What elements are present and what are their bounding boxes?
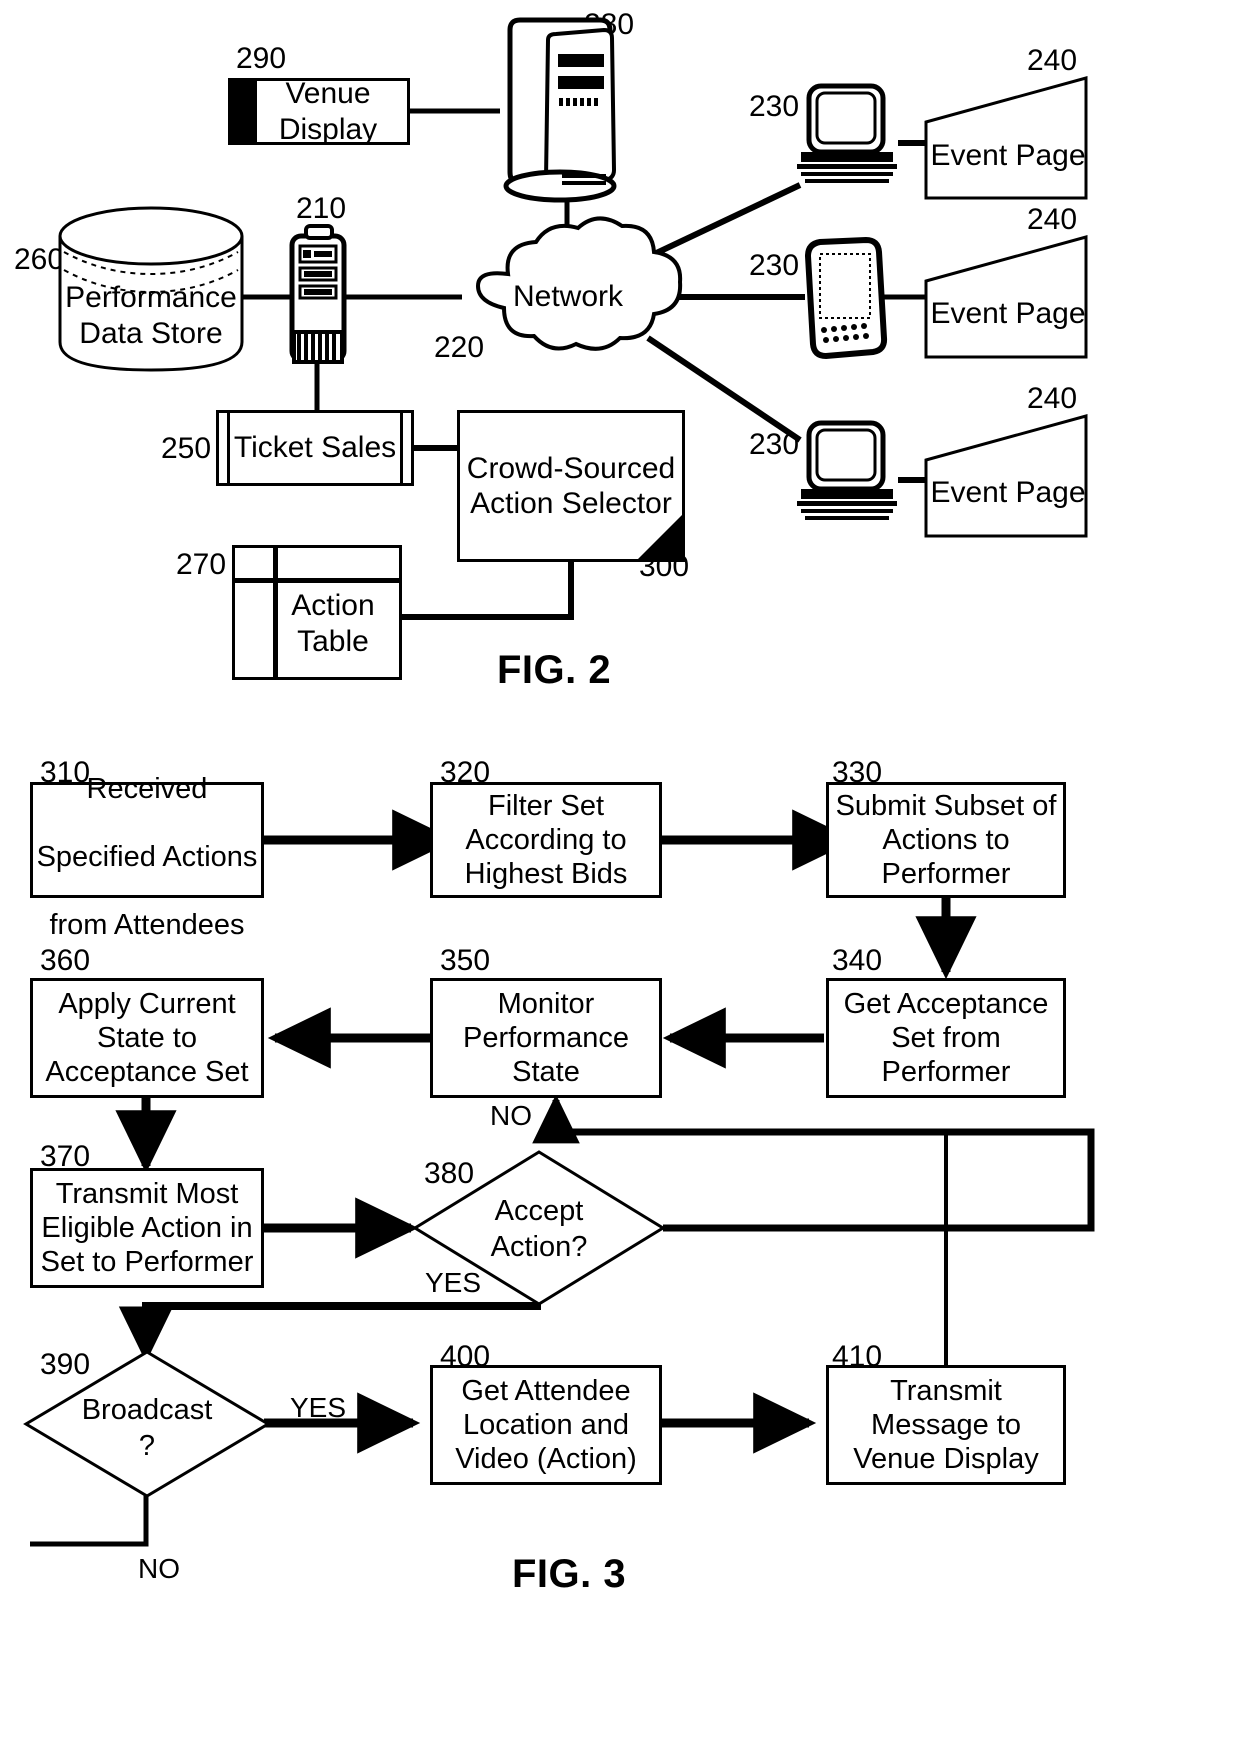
ticket-sales-label: Ticket Sales bbox=[233, 431, 397, 465]
figure-3: 310 320 330 340 350 360 370 380 390 400 … bbox=[0, 720, 1240, 1752]
event-page-trapezoid-2 bbox=[924, 235, 1088, 359]
action-selector-label: Crowd-Sourced Action Selector bbox=[466, 451, 676, 520]
action-table-label: Action Table bbox=[291, 588, 375, 658]
flow-box-320: Filter Set According to Highest Bids bbox=[430, 782, 662, 898]
flow-box-320-text: Filter Set According to Highest Bids bbox=[464, 789, 628, 891]
flow-box-330-text: Submit Subset of Actions to Performer bbox=[835, 789, 1057, 891]
figure-2-caption: FIG. 2 bbox=[497, 648, 612, 692]
decision-380-text: Accept Action? bbox=[490, 1195, 588, 1264]
flow-box-400: Get Attendee Location and Video (Action) bbox=[430, 1365, 662, 1485]
corner-triangle-icon bbox=[638, 515, 682, 559]
ticket-sales-left-rule bbox=[227, 413, 230, 483]
ref-350: 350 bbox=[440, 944, 491, 977]
flow-box-410-text: Transmit Message to Venue Display bbox=[853, 1374, 1039, 1476]
event-page-trapezoid-3 bbox=[924, 414, 1088, 538]
edge-label-broadcast-no: NO bbox=[138, 1553, 180, 1584]
ticket-sales-right-rule bbox=[400, 413, 403, 483]
figure-3-caption: FIG. 3 bbox=[512, 1552, 627, 1596]
network-label: Network bbox=[512, 280, 624, 313]
flow-box-330: Submit Subset of Actions to Performer bbox=[826, 782, 1066, 898]
venue-display-label: Venue Display bbox=[278, 77, 378, 146]
event-page-trapezoid-1 bbox=[924, 76, 1088, 200]
ref-340: 340 bbox=[832, 944, 883, 977]
tower-server-icon bbox=[503, 17, 617, 203]
flow-box-350-text: Monitor Performance State bbox=[462, 987, 629, 1089]
edge-label-broadcast-yes: YES bbox=[290, 1392, 347, 1423]
edge-label-accept-no: NO bbox=[490, 1100, 532, 1131]
flow-box-370: Transmit Most Eligible Action in Set to … bbox=[30, 1168, 264, 1288]
flow-box-340-text: Get Acceptance Set from Performer bbox=[843, 987, 1049, 1089]
edge-label-accept-yes: YES bbox=[425, 1267, 482, 1298]
desktop-computer-icon-1 bbox=[797, 83, 897, 183]
flow-box-350: Monitor Performance State bbox=[430, 978, 662, 1098]
data-store-label: Performance Data Store bbox=[65, 281, 237, 350]
event-page-label-3: Event Page bbox=[930, 476, 1086, 509]
flow-box-310-text: Received Specified Actions from Attendee… bbox=[36, 772, 258, 942]
flow-box-340: Get Acceptance Set from Performer bbox=[826, 978, 1066, 1098]
venue-display-box: Venue Display bbox=[228, 77, 410, 146]
decision-390-text: Broadcast ? bbox=[81, 1394, 213, 1463]
action-selector-box: Crowd-Sourced Action Selector bbox=[457, 410, 685, 562]
pda-device-icon bbox=[804, 236, 888, 360]
flow-box-400-text: Get Attendee Location and Video (Action) bbox=[455, 1374, 637, 1476]
flow-box-360: Apply Current State to Acceptance Set bbox=[30, 978, 264, 1098]
ticket-sales-box: Ticket Sales bbox=[216, 410, 414, 486]
event-page-label-2: Event Page bbox=[930, 297, 1086, 330]
flow-box-410: Transmit Message to Venue Display bbox=[826, 1365, 1066, 1485]
venue-display-swatch bbox=[231, 81, 257, 142]
desktop-computer-icon-3 bbox=[797, 420, 897, 520]
figure-2: 290 280 210 260 220 250 300 270 230 230 … bbox=[0, 0, 1240, 720]
flow-box-310: Received Specified Actions from Attendee… bbox=[30, 773, 264, 941]
rack-server-icon bbox=[289, 224, 347, 364]
ref-360: 360 bbox=[40, 944, 91, 977]
flow-box-370-text: Transmit Most Eligible Action in Set to … bbox=[40, 1177, 254, 1279]
flow-box-360-text: Apply Current State to Acceptance Set bbox=[45, 987, 249, 1089]
action-table-icon: Action Table bbox=[232, 545, 402, 680]
action-table-header-rule bbox=[235, 578, 399, 583]
action-table-column-rule bbox=[273, 548, 278, 677]
event-page-label-1: Event Page bbox=[930, 139, 1086, 172]
